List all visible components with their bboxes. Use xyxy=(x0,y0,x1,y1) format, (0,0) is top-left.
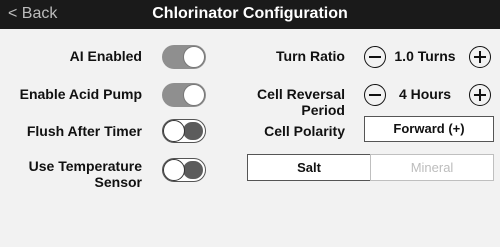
enable-acid-pump-label: Enable Acid Pump xyxy=(19,86,142,102)
toggle-track-fill xyxy=(183,122,203,140)
use-temperature-sensor-label: Use Temperature Sensor xyxy=(29,158,142,190)
turn-ratio-label: Turn Ratio xyxy=(276,48,345,64)
enable-acid-pump-toggle[interactable] xyxy=(162,83,206,107)
toggle-knob xyxy=(183,84,205,106)
toggle-knob xyxy=(183,46,205,68)
use-temperature-sensor-label-line1: Use Temperature xyxy=(28,158,142,174)
flush-after-timer-toggle[interactable] xyxy=(162,119,206,143)
turn-ratio-increase-button[interactable] xyxy=(469,46,491,68)
turn-ratio-value: 1.0 Turns xyxy=(394,48,456,64)
use-temperature-sensor-toggle[interactable] xyxy=(162,158,206,182)
page-title: Chlorinator Configuration xyxy=(152,5,348,22)
minus-icon xyxy=(369,94,381,96)
cell-reversal-decrease-button[interactable] xyxy=(364,84,386,106)
turn-ratio-decrease-button[interactable] xyxy=(364,46,386,68)
cell-polarity-label: Cell Polarity xyxy=(264,123,345,139)
plus-icon-vertical xyxy=(479,89,481,101)
cell-reversal-value: 4 Hours xyxy=(398,86,452,102)
flush-after-timer-label: Flush After Timer xyxy=(26,123,142,139)
use-temperature-sensor-label-line2: Sensor xyxy=(94,174,142,190)
cell-reversal-label-line1: Cell Reversal xyxy=(257,86,345,102)
minus-icon xyxy=(369,56,381,58)
cell-reversal-label-line2: Period xyxy=(301,102,345,118)
ai-enabled-toggle[interactable] xyxy=(162,45,206,69)
cell-polarity-selector[interactable]: Forward (+) xyxy=(364,116,494,142)
plus-icon-vertical xyxy=(479,51,481,63)
ai-enabled-label: AI Enabled xyxy=(69,48,142,64)
toggle-knob xyxy=(163,159,185,181)
cell-reversal-increase-button[interactable] xyxy=(469,84,491,106)
cell-reversal-period-label: Cell Reversal Period xyxy=(257,86,345,118)
toggle-track-fill xyxy=(183,161,203,179)
cell-type-salt-option[interactable]: Salt xyxy=(247,154,371,181)
cell-type-mineral-option[interactable]: Mineral xyxy=(370,154,494,181)
toggle-knob xyxy=(163,120,185,142)
header-bar: < Back Chlorinator Configuration xyxy=(0,0,500,29)
